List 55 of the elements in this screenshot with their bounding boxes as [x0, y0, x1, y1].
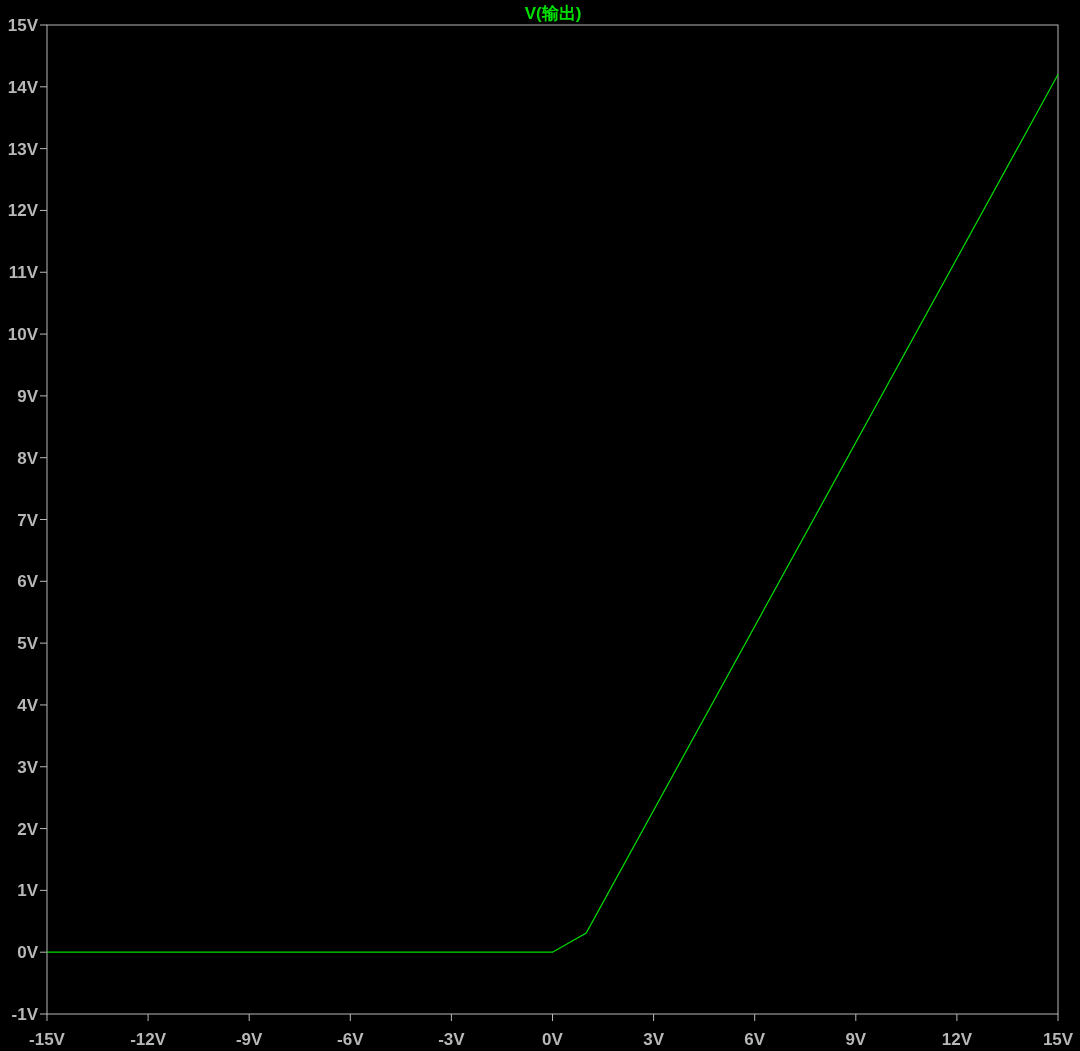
- y-axis-label: 7V: [17, 510, 38, 530]
- x-axis-label: 12V: [941, 1030, 973, 1049]
- y-axis-label: 12V: [7, 201, 38, 221]
- y-axis-label: 11V: [8, 263, 38, 283]
- x-axis-label: -9V: [235, 1030, 263, 1049]
- tick-mark: [349, 1013, 351, 1022]
- tick-mark: [39, 86, 48, 88]
- tick-mark: [39, 333, 48, 335]
- x-axis-label: -3V: [438, 1030, 465, 1049]
- y-axis-label: 8V: [17, 448, 38, 468]
- tick-mark: [39, 457, 48, 459]
- y-axis-label: -1V: [11, 1005, 38, 1024]
- y-axis-label: 15V: [7, 16, 38, 35]
- tick-mark: [39, 395, 48, 397]
- y-axis-label: 9V: [17, 386, 38, 406]
- x-axis-label: 3V: [643, 1030, 664, 1049]
- x-axis-label: 9V: [845, 1030, 867, 1049]
- tick-mark: [39, 519, 48, 520]
- tick-mark: [653, 1013, 655, 1022]
- x-axis-label: -12V: [130, 1030, 167, 1049]
- y-axis-label: 0V: [17, 943, 38, 963]
- tick-mark: [39, 951, 48, 953]
- x-axis-label: 15V: [1042, 1030, 1074, 1049]
- y-axis-label: 1V: [17, 881, 38, 901]
- x-axis-label: -6V: [337, 1030, 364, 1049]
- y-axis-label: 5V: [17, 634, 38, 654]
- tick-mark: [39, 24, 48, 26]
- y-axis-label: 13V: [7, 139, 38, 159]
- tick-mark: [248, 1013, 250, 1022]
- trace-label: V(输出): [524, 4, 582, 23]
- tick-mark: [39, 209, 48, 211]
- tick-mark: [1057, 1013, 1059, 1022]
- tick-mark: [39, 148, 48, 150]
- tick-mark: [450, 1013, 452, 1022]
- tick-mark: [39, 580, 48, 582]
- y-axis-label: 10V: [7, 325, 38, 345]
- tick-mark: [39, 766, 48, 768]
- tick-mark: [956, 1013, 958, 1022]
- y-axis-label: 14V: [7, 77, 38, 97]
- y-axis-label: 3V: [17, 757, 38, 777]
- y-axis-label: 4V: [17, 695, 38, 715]
- tick-mark: [39, 271, 48, 273]
- x-axis-label: 6V: [744, 1030, 766, 1049]
- x-axis-label: -15V: [29, 1030, 65, 1049]
- tick-mark: [39, 704, 48, 706]
- y-axis-label: 6V: [17, 572, 38, 592]
- x-axis-label: 0V: [542, 1030, 563, 1049]
- tick-mark: [855, 1013, 857, 1022]
- tick-mark: [39, 889, 48, 891]
- tick-mark: [147, 1013, 149, 1022]
- y-axis-label: 2V: [17, 819, 38, 839]
- tick-mark: [39, 642, 48, 644]
- tick-mark: [754, 1013, 756, 1022]
- tick-mark: [39, 828, 48, 830]
- tick-mark: [552, 1013, 553, 1022]
